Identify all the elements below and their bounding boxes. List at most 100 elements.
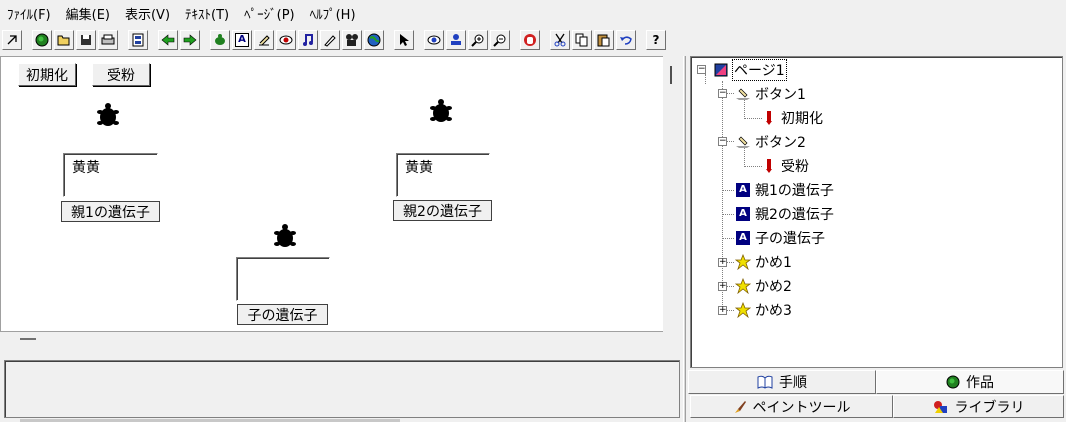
help-icon[interactable]: ?	[646, 30, 666, 50]
tree-node-button1[interactable]: ボタン1	[735, 84, 806, 104]
message-area	[4, 360, 680, 418]
tree-label-pollinate-script: 受粉	[781, 159, 809, 175]
tree-label-button1: ボタン1	[755, 87, 806, 103]
view-eye-icon[interactable]	[424, 30, 444, 50]
save-disk-icon[interactable]	[76, 30, 96, 50]
turtle-icon[interactable]	[210, 30, 230, 50]
globe-icon[interactable]	[32, 30, 52, 50]
collapse-button2[interactable]: −	[718, 137, 727, 146]
tab-procedure[interactable]: 手順	[688, 370, 876, 394]
init-button[interactable]: 初期化	[18, 63, 76, 86]
child-gene-label: 子の遺伝子	[237, 304, 328, 325]
turtle-1[interactable]	[96, 103, 120, 129]
menu-bar: ﾌｧｲﾙ(F) 編集(E) 表示(V) ﾃｷｽﾄ(T) ﾍﾟｰｼﾞ(P) ﾍﾙﾌ…	[0, 0, 1066, 26]
tree-label-turtle3: かめ3	[755, 303, 792, 319]
eye-oval-icon[interactable]	[276, 30, 296, 50]
tab-paint-tool[interactable]: ペイントツール	[690, 395, 893, 418]
text-box-icon: A	[735, 230, 751, 246]
collapse-page1[interactable]: −	[697, 65, 706, 74]
turtle-star-icon	[735, 278, 751, 294]
globe-icon	[946, 375, 960, 389]
print-icon[interactable]	[98, 30, 118, 50]
tree-label-turtle1: かめ1	[755, 255, 792, 271]
tree-label-turtle2: かめ2	[755, 279, 792, 295]
tab-works-label: 作品	[966, 375, 994, 391]
stamp-icon[interactable]	[446, 30, 466, 50]
tree-node-button2[interactable]: ボタン2	[735, 132, 806, 152]
turtle-2[interactable]	[429, 99, 453, 125]
back-arrow-icon[interactable]	[158, 30, 178, 50]
undo-icon[interactable]	[616, 30, 636, 50]
menu-page[interactable]: ﾍﾟｰｼﾞ(P)	[239, 4, 304, 23]
tab-library-label: ライブラリ	[954, 399, 1025, 416]
zoom-in-icon[interactable]	[468, 30, 488, 50]
tree-label-button2: ボタン2	[755, 135, 806, 151]
collapse-button1[interactable]: −	[718, 89, 727, 98]
tree-node-turtle1[interactable]: かめ1	[735, 252, 792, 272]
tree-node-turtle2[interactable]: かめ2	[735, 276, 792, 296]
copy-icon[interactable]	[572, 30, 592, 50]
tab-works[interactable]: 作品	[876, 370, 1064, 394]
music-note-icon[interactable]	[298, 30, 318, 50]
canvas-scrollbar[interactable]	[663, 56, 680, 332]
tree-node-init-script[interactable]: 初期化	[761, 108, 823, 128]
turtle-star-icon	[735, 254, 751, 270]
parent1-gene-label: 親1の遺伝子	[61, 201, 160, 222]
tab-procedure-label: 手順	[779, 375, 807, 391]
tree-node-parent1-gene[interactable]: A 親1の遺伝子	[735, 180, 834, 200]
menu-edit[interactable]: 編集(E)	[61, 4, 120, 23]
tree-label-parent1-gene: 親1の遺伝子	[755, 183, 834, 199]
button-hand-icon[interactable]	[254, 30, 274, 50]
menu-text[interactable]: ﾃｷｽﾄ(T)	[180, 4, 239, 23]
menu-help[interactable]: ﾍﾙﾌﾟ(H)	[305, 4, 366, 23]
pen-icon[interactable]	[320, 30, 340, 50]
parent2-gene-textbox[interactable]: 黄黄	[396, 153, 490, 197]
parent2-gene-value: 黄黄	[405, 160, 433, 176]
tree-node-page1[interactable]: ページ1	[713, 59, 787, 81]
tree-node-parent2-gene[interactable]: A 親2の遺伝子	[735, 204, 834, 224]
script-icon	[761, 158, 777, 174]
tab-library[interactable]: ライブラリ	[893, 395, 1064, 418]
pointer-arrow-icon[interactable]	[2, 30, 22, 50]
zoom-out-icon[interactable]	[490, 30, 510, 50]
text-box-icon: A	[735, 182, 751, 198]
text-a-icon[interactable]: A	[232, 30, 252, 50]
tree-node-pollinate-script[interactable]: 受粉	[761, 156, 809, 176]
menu-view[interactable]: 表示(V)	[120, 4, 180, 23]
panel-divider[interactable]	[683, 56, 686, 422]
button-icon	[735, 134, 751, 150]
layout-icon[interactable]	[128, 30, 148, 50]
film-camera-icon[interactable]	[342, 30, 362, 50]
turtle-3[interactable]	[273, 224, 297, 250]
child-gene-textbox[interactable]	[236, 257, 330, 301]
expand-turtle1[interactable]: +	[718, 258, 727, 267]
tree-label-page1: ページ1	[732, 59, 787, 81]
page-icon	[713, 62, 729, 78]
parent2-gene-label: 親2の遺伝子	[393, 200, 492, 221]
book-icon	[757, 375, 773, 389]
select-cursor-icon[interactable]	[394, 30, 414, 50]
toolbar: A ?	[0, 28, 1066, 52]
turtle-star-icon	[735, 302, 751, 318]
object-tree: − − − + + + ページ1 ボタン1 初期化 ボタン2 受粉 A 親1の遺…	[690, 56, 1063, 368]
forward-arrow-icon[interactable]	[180, 30, 200, 50]
expand-turtle2[interactable]: +	[718, 282, 727, 291]
open-folder-icon[interactable]	[54, 30, 74, 50]
pollinate-button[interactable]: 受粉	[92, 63, 150, 86]
splitter-handle[interactable]	[20, 338, 36, 340]
tree-node-turtle3[interactable]: かめ3	[735, 300, 792, 320]
tree-label-init-script: 初期化	[781, 111, 823, 127]
scroll-thumb[interactable]	[670, 66, 672, 84]
expand-turtle3[interactable]: +	[718, 306, 727, 315]
cut-icon[interactable]	[550, 30, 570, 50]
stop-hand-icon[interactable]	[520, 30, 540, 50]
script-icon	[761, 110, 777, 126]
earth-icon[interactable]	[364, 30, 384, 50]
paste-icon[interactable]	[594, 30, 614, 50]
tree-label-parent2-gene: 親2の遺伝子	[755, 207, 834, 223]
parent1-gene-textbox[interactable]: 黄黄	[63, 153, 158, 197]
menu-file[interactable]: ﾌｧｲﾙ(F)	[2, 4, 61, 23]
tree-node-child-gene[interactable]: A 子の遺伝子	[735, 228, 825, 248]
brush-icon	[733, 400, 747, 414]
shapes-icon	[933, 400, 949, 414]
